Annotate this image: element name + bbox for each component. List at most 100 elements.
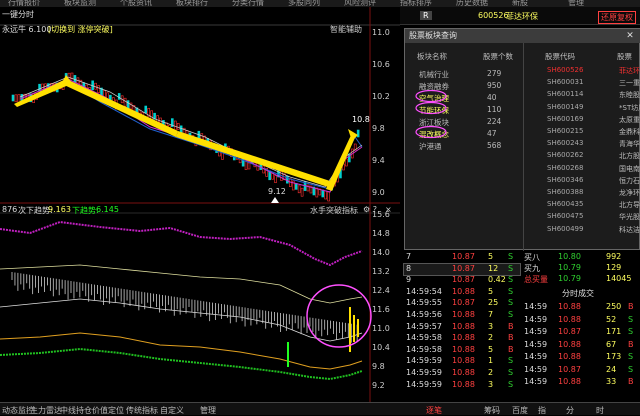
candle [274, 175, 277, 183]
order-volume: 2 [488, 333, 494, 343]
bottom-tab[interactable]: 价值定位 [92, 405, 124, 416]
order-volume: 2 [488, 368, 494, 377]
menu-item[interactable]: 板块监测 [64, 0, 96, 7]
menu-item[interactable]: 多股同列 [288, 0, 320, 7]
menu-item[interactable]: 历史数据 [456, 0, 488, 7]
axis-tick: 14.0 [372, 248, 390, 257]
bottom-tab[interactable]: 时 [596, 405, 604, 416]
menu-item[interactable]: 风险测评 [344, 0, 376, 7]
trade-price: 10.87 [558, 364, 581, 374]
order-time: 14:59:57 [406, 321, 442, 331]
menu-item[interactable]: 指标排序 [400, 0, 432, 7]
block-query-popup: 股票板块查询 ✕ 板块名称 股票个数 股票代码 股票 机械行业 279 融资融券 95… [404, 28, 640, 251]
order-price: 10.87 [452, 298, 475, 308]
bottom-tab[interactable]: 筹码 [484, 405, 500, 416]
order-time: 14:59:56 [406, 310, 442, 319]
trade-time: 14:59 [524, 327, 548, 336]
quote-volume: 129 [606, 263, 622, 272]
order-side: S [508, 310, 514, 319]
order-volume: 5 [488, 286, 494, 296]
price-axis: 11.0 10.6 10.2 9.8 9.4 9.0 [372, 18, 400, 198]
r-badge: R [420, 11, 432, 20]
trade-price: 10.88 [558, 339, 581, 349]
order-book: 7 10.87 5 S 8 10.87 12 S 9 10.87 0.42 S 14:59:54 10.8… [403, 250, 521, 395]
order-row: 9 10.87 0.42 S [404, 275, 520, 286]
order-price: 10.88 [452, 310, 475, 319]
menu-item[interactable]: 板块排行 [176, 0, 208, 7]
candle [345, 158, 348, 167]
mode-switch-link[interactable]: [切换到 涨停突破] [48, 24, 113, 35]
top-menu: 行情报价 板块监测 个股资讯 板块排行 分类行情 多股同列 风险测评 指标排序 历史数据 新股 管理 [0, 0, 640, 7]
bottom-tab-bar: 动态监控 主力雷达 中线持仓 价值定位 传统指标 自定义 管理 逐笔 筹码 百度指分时 [0, 402, 640, 415]
trades-title: 分时成交 [562, 289, 594, 298]
candle [14, 94, 18, 103]
order-side: B [508, 333, 514, 343]
trade-price: 10.88 [558, 314, 581, 324]
indicator-label-2: 下趋势: [72, 206, 99, 215]
order-price: 10.88 [452, 344, 475, 354]
menu-item[interactable]: 个股资讯 [120, 0, 152, 7]
trade-time: 14:59 [524, 352, 548, 361]
stock-mode-button[interactable]: 一键分时 [2, 9, 34, 20]
order-side: S [508, 286, 514, 296]
bottom-tab[interactable]: 传统指标 [126, 405, 158, 416]
order-side: S [508, 263, 514, 273]
axis-tick: 9.0 [372, 188, 385, 197]
indicator-name[interactable]: 水手突破指标 [310, 205, 358, 216]
bottom-tab[interactable]: 百度 [512, 405, 528, 416]
order-time: 14:59:54 [406, 286, 442, 296]
order-time: 9 [406, 275, 412, 285]
bottom-tab[interactable]: 指 [538, 405, 546, 416]
candle [94, 82, 97, 90]
restore-adjust-button[interactable]: 还原复权 [598, 11, 636, 24]
indicator-value-1: 9.163 [48, 205, 71, 214]
order-side: S [508, 368, 514, 377]
quote-price: 10.79 [558, 274, 581, 283]
order-side: B [508, 344, 514, 354]
order-volume: 5 [488, 252, 494, 261]
order-price: 10.88 [452, 379, 475, 389]
bottom-tab[interactable]: 自定义 [160, 405, 184, 416]
candle [11, 94, 15, 102]
candle [297, 185, 301, 194]
stock-header: R 600526 菲达环保 还原复权 [400, 7, 640, 25]
order-time: 14:59:59 [406, 379, 442, 389]
order-time: 14:59:59 [406, 368, 442, 377]
order-row: 7 10.87 5 S [404, 252, 520, 263]
trade-side: B [628, 339, 634, 349]
quote-volume: 14045 [606, 274, 632, 283]
bottom-tab[interactable]: 管理 [200, 405, 216, 416]
trade-time: 14:59 [524, 377, 548, 386]
quote-label: 买九 [524, 264, 540, 273]
trade-price: 10.88 [558, 377, 581, 386]
order-side: B [508, 321, 514, 331]
candle [123, 97, 127, 107]
axis-tick: 11.0 [372, 28, 390, 37]
order-price: 10.88 [452, 356, 475, 366]
trade-side: B [628, 377, 634, 386]
bottom-tab[interactable]: 主力雷达 [30, 405, 62, 416]
bottom-tab[interactable]: 分 [566, 405, 574, 416]
order-price: 10.87 [452, 252, 475, 261]
order-volume: 1 [488, 356, 494, 366]
quote-price: 10.80 [558, 252, 581, 261]
order-price: 10.87 [452, 275, 475, 285]
bottom-tab[interactable]: 中线持仓 [60, 405, 92, 416]
axis-tick: 14.8 [372, 229, 390, 238]
trade-side: B [628, 302, 634, 311]
quote-label: 总买量 [524, 275, 548, 284]
trade-side: S [628, 327, 634, 336]
candle [321, 189, 325, 198]
menu-item[interactable]: 管理 [568, 0, 584, 7]
smart-assist-label[interactable]: 智能辅助 [330, 24, 362, 35]
menu-item[interactable]: 新股 [512, 0, 528, 7]
order-price: 10.87 [452, 263, 475, 273]
indicator-line-id: 876 [2, 205, 18, 214]
trade-price: 10.88 [558, 352, 581, 361]
stock-name: 菲达环保 [506, 12, 538, 21]
bottom-tab[interactable]: 逐笔 [426, 405, 442, 416]
trade-time: 14:59 [524, 314, 548, 324]
order-row: 14:59:56 10.88 7 S [404, 310, 520, 321]
menu-item[interactable]: 行情报价 [8, 0, 40, 7]
menu-item[interactable]: 分类行情 [232, 0, 264, 7]
